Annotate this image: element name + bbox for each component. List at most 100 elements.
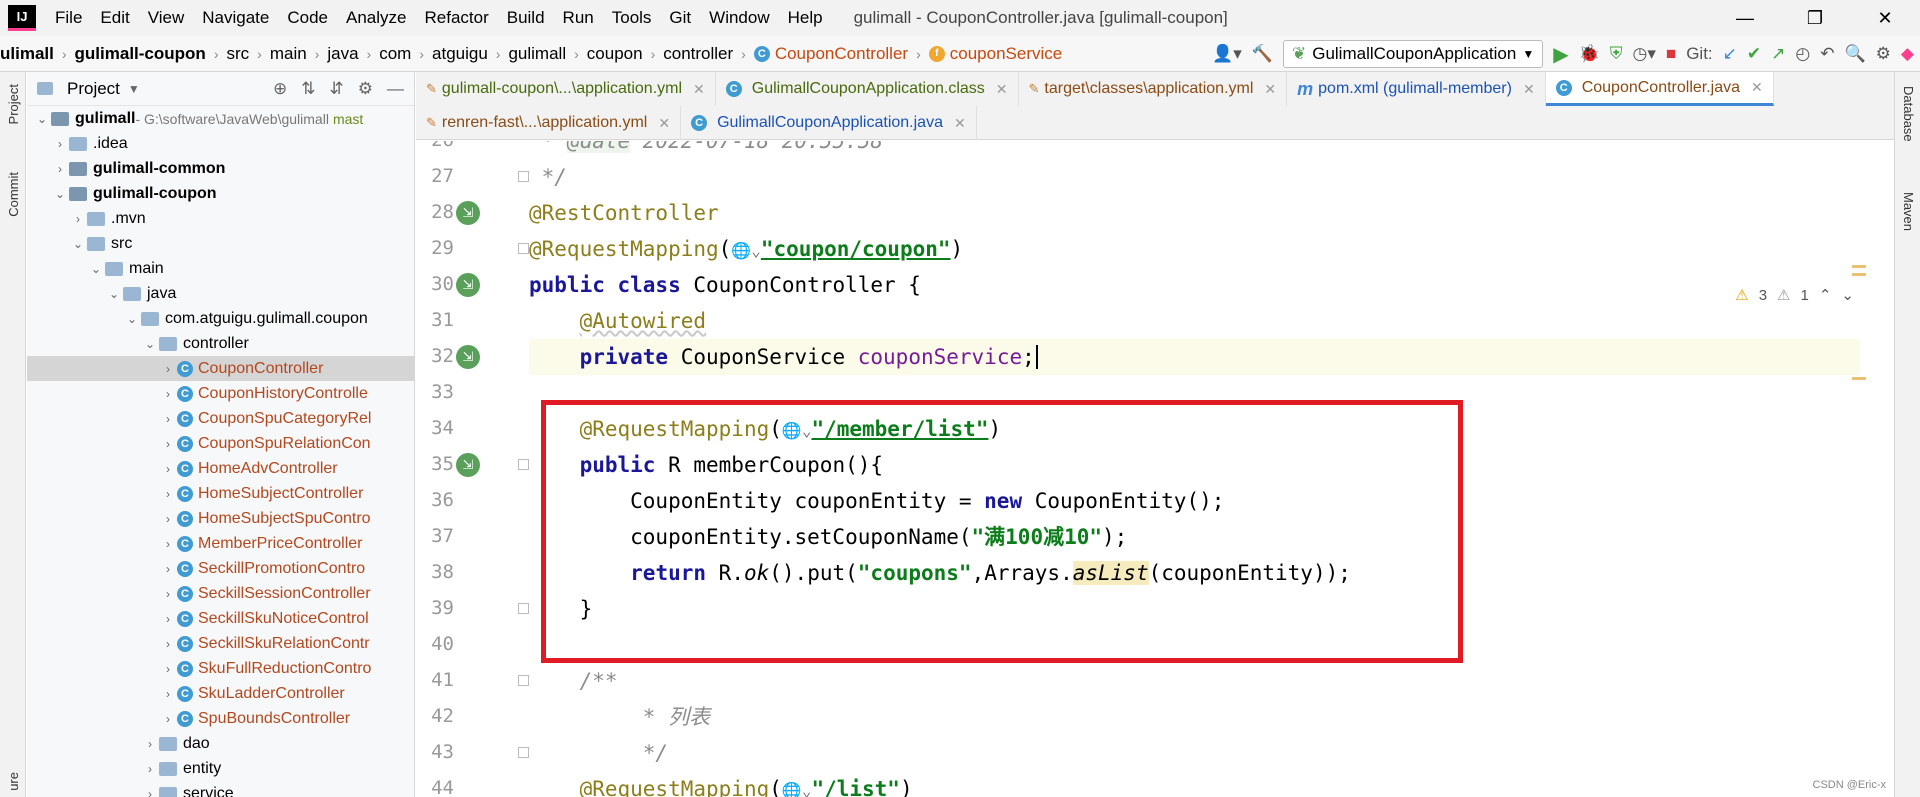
debug-icon[interactable]: 🐞 [1579, 44, 1600, 64]
crumb-gulimall[interactable]: gulimall [508, 44, 566, 64]
git-commit-icon[interactable]: ✔ [1747, 44, 1761, 64]
chevron-down-icon[interactable]: ⌄ [33, 112, 51, 126]
tree-item[interactable]: › C SeckillPromotionContro [27, 556, 414, 581]
scroll-marker[interactable] [1852, 273, 1866, 276]
tree-item[interactable]: ⌄ gulimall-coupon [27, 181, 414, 206]
menu-file[interactable]: File [46, 8, 91, 28]
tree-item[interactable]: › dao [27, 731, 414, 756]
toolbox-icon[interactable]: ◆ [1901, 44, 1914, 64]
fold-marker-icon[interactable] [518, 675, 529, 686]
chevron-down-icon[interactable]: ⌄ [123, 312, 141, 326]
crumb-com[interactable]: com [379, 44, 411, 64]
tree-item[interactable]: › C SkuLadderController [27, 681, 414, 706]
tree-item[interactable]: ⌄ main [27, 256, 414, 281]
profile-icon[interactable]: ◷▾ [1633, 44, 1656, 64]
close-icon[interactable]: ✕ [1850, 0, 1920, 36]
fold-marker-icon[interactable] [518, 243, 529, 254]
fold-marker-icon[interactable] [518, 603, 529, 614]
bean-icon[interactable]: ⇲ [456, 273, 480, 297]
tree-item[interactable]: › C SeckillSessionController [27, 581, 414, 606]
commit-tool-tab[interactable]: Commit [6, 172, 21, 217]
menu-tools[interactable]: Tools [603, 8, 661, 28]
tab-renren-fast-application-yml[interactable]: ✎ renren-fast\...\application.yml ✕ [416, 106, 682, 140]
project-title[interactable]: Project [67, 79, 120, 99]
close-icon[interactable]: ✕ [658, 115, 670, 132]
crumb-controller[interactable]: controller [663, 44, 733, 64]
crumb-project[interactable]: ulimall [0, 44, 54, 64]
bean-icon[interactable]: ⇲ [456, 345, 480, 369]
maven-tool-tab[interactable]: Maven [1901, 192, 1916, 231]
tab-gulimall-coupon-application-yml[interactable]: ✎ gulimall-coupon\...\application.yml ✕ [416, 72, 716, 106]
tree-item[interactable]: › C HomeAdvController [27, 456, 414, 481]
tree-item[interactable]: ⌄ controller [27, 331, 414, 356]
gear-icon[interactable]: ⚙ [358, 79, 373, 99]
chevron-down-icon[interactable]: ⌄ [87, 262, 105, 276]
run-icon[interactable]: ▶ [1553, 42, 1568, 67]
tree-item[interactable]: › C CouponHistoryControlle [27, 381, 414, 406]
tree-item[interactable]: › C MemberPriceController [27, 531, 414, 556]
chevron-right-icon[interactable]: › [51, 162, 69, 176]
gear-icon[interactable]: ⚙ [1876, 44, 1891, 64]
tree-item[interactable]: › .mvn [27, 206, 414, 231]
tree-item[interactable]: ⌄ com.atguigu.gulimall.coupon [27, 306, 414, 331]
menu-git[interactable]: Git [660, 8, 700, 28]
history-icon[interactable]: ◴ [1795, 44, 1810, 64]
restore-icon[interactable]: ❐ [1780, 0, 1850, 36]
inspection-widget[interactable]: ⚠ 3 ⚠ 1 ⌃ ⌄ [1735, 286, 1854, 305]
crumb-module[interactable]: gulimall-coupon [75, 44, 206, 64]
fold-marker-icon[interactable] [518, 171, 529, 182]
tree-item[interactable]: ⌄ gulimall - G:\software\JavaWeb\gulimall… [27, 106, 414, 131]
chevron-down-icon[interactable]: ⌄ [1841, 286, 1854, 304]
fold-marker-icon[interactable] [518, 459, 529, 470]
crumb-main[interactable]: main [270, 44, 307, 64]
chevron-down-icon[interactable]: ▼ [128, 82, 140, 96]
tree-item[interactable]: › C CouponSpuRelationCon [27, 431, 414, 456]
build-hammer-icon[interactable]: 🔨 [1252, 44, 1273, 64]
minimize-icon[interactable]: — [1710, 0, 1780, 36]
endpoint-icon[interactable]: ⇲ [456, 453, 480, 477]
chevron-right-icon[interactable]: › [141, 787, 159, 797]
run-config-select[interactable]: ❦ GulimallCouponApplication ▼ [1282, 40, 1544, 68]
crumb-coupon[interactable]: coupon [587, 44, 643, 64]
close-icon[interactable]: ✕ [996, 81, 1008, 98]
tab-target-classes-application-yml[interactable]: ✎ target\classes\application.yml ✕ [1019, 72, 1288, 106]
scroll-marker[interactable] [1852, 377, 1866, 380]
tree-item[interactable]: › gulimall-common [27, 156, 414, 181]
chevron-right-icon[interactable]: › [141, 737, 159, 751]
collapse-all-icon[interactable]: ⇵ [330, 79, 344, 99]
tree-item[interactable]: › C SpuBoundsController [27, 706, 414, 731]
tab-couponcontroller-java[interactable]: C CouponController.java ✕ [1545, 72, 1774, 106]
tab-pom-xml-gulimall-member[interactable]: m pom.xml (gulimall-member) ✕ [1287, 72, 1546, 106]
menu-code[interactable]: Code [278, 8, 337, 28]
menu-window[interactable]: Window [700, 8, 778, 28]
tree-item[interactable]: ⌄ src [27, 231, 414, 256]
chevron-down-icon[interactable]: ⌄ [51, 187, 69, 201]
close-icon[interactable]: ✕ [1264, 81, 1276, 98]
coverage-icon[interactable]: ⛨ [1610, 44, 1623, 64]
crumb-class[interactable]: CouponController [775, 44, 908, 64]
crumb-atguigu[interactable]: atguigu [432, 44, 488, 64]
chevron-up-icon[interactable]: ⌃ [1819, 286, 1832, 304]
tree-item[interactable]: › C CouponController [27, 356, 414, 381]
tree-item[interactable]: › C HomeSubjectSpuContro [27, 506, 414, 531]
stop-icon[interactable]: ■ [1666, 44, 1676, 64]
tree-item[interactable]: ⌄ java [27, 281, 414, 306]
menu-edit[interactable]: Edit [91, 8, 138, 28]
user-icon[interactable]: 👤▾ [1212, 44, 1242, 64]
menu-navigate[interactable]: Navigate [193, 8, 278, 28]
menu-analyze[interactable]: Analyze [337, 8, 415, 28]
intellij-logo-icon[interactable]: IJ [8, 5, 36, 31]
chevron-right-icon[interactable]: › [69, 212, 87, 226]
close-icon[interactable]: ✕ [1523, 81, 1535, 98]
menu-run[interactable]: Run [554, 8, 603, 28]
search-icon[interactable]: 🔍 [1845, 44, 1866, 64]
menu-build[interactable]: Build [498, 8, 554, 28]
fold-marker-icon[interactable] [518, 747, 529, 758]
chevron-right-icon[interactable]: › [141, 762, 159, 776]
menu-refactor[interactable]: Refactor [415, 8, 497, 28]
crumb-java[interactable]: java [327, 44, 358, 64]
close-icon[interactable]: ✕ [693, 81, 705, 98]
tree-item[interactable]: › C HomeSubjectController [27, 481, 414, 506]
chevron-down-icon[interactable]: ⌄ [105, 287, 123, 301]
bean-icon[interactable]: ⇲ [456, 201, 480, 225]
